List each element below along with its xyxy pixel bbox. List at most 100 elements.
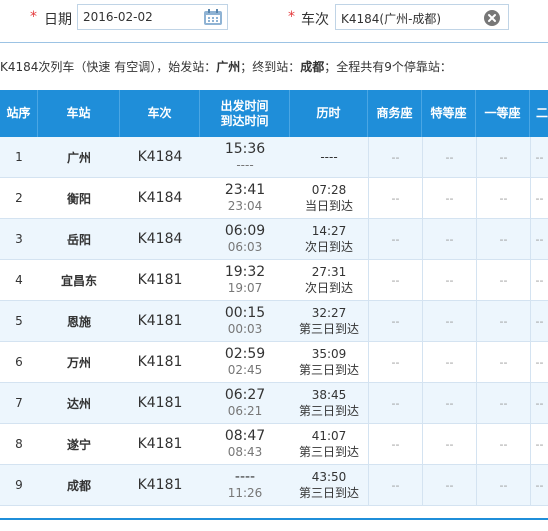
station-name: 恩施 [66, 314, 91, 329]
duration-cell: ---- [290, 137, 368, 177]
duration: 07:28 [311, 183, 347, 197]
time-cell: 15:36 ---- [200, 137, 290, 177]
train-required-mark: * [288, 9, 295, 25]
departure-time: 06:27 [224, 387, 266, 403]
seat-business: -- [368, 424, 422, 464]
seat-second: -- [530, 260, 548, 300]
departure-time: 02:59 [224, 346, 266, 362]
time-cell: 23:41 23:04 [200, 178, 290, 218]
duration: 32:27 [311, 306, 347, 320]
seat-special: -- [422, 465, 476, 505]
seat-special: -- [422, 383, 476, 423]
seat-business: -- [368, 383, 422, 423]
duration: 41:07 [311, 429, 347, 443]
seat-special: -- [422, 424, 476, 464]
duration-cell: 07:28 当日到达 [290, 178, 368, 218]
departure-time: 15:36 [224, 141, 266, 157]
seat-first: -- [476, 219, 530, 259]
seat-first: -- [476, 383, 530, 423]
duration-cell: 43:50 第三日到达 [290, 465, 368, 505]
duration-cell: 27:31 次日到达 [290, 260, 368, 300]
seat-second: -- [530, 219, 548, 259]
calendar-icon[interactable] [203, 8, 223, 26]
departure-time: ---- [234, 469, 256, 485]
duration: 38:45 [311, 388, 347, 402]
train-number: K4181 [137, 436, 183, 452]
duration-cell: 35:09 第三日到达 [290, 342, 368, 382]
station-name: 衡阳 [66, 191, 91, 206]
station-name: 遂宁 [66, 437, 91, 452]
seat-business: -- [368, 178, 422, 218]
train-info-line: K4184次列车（快速 有空调），始发站：广州；终到站：成都；全程共有9个停靠站… [0, 58, 548, 80]
seat-business: -- [368, 219, 422, 259]
station-name: 达州 [66, 396, 91, 411]
train-number: K4184 [137, 149, 183, 165]
header-station: 车站 [38, 90, 120, 137]
table-bottom-border [0, 518, 548, 531]
header-train: 车次 [120, 90, 200, 137]
info-train: K4184 [0, 60, 39, 74]
train-number: K4181 [137, 272, 183, 288]
duration: 27:31 [311, 265, 347, 279]
header-no: 站序 [0, 90, 38, 137]
table-row: 6 万州 K4181 02:59 02:45 35:09 第三日到达 -- -- -- -- [0, 342, 548, 383]
seat-business: -- [368, 301, 422, 341]
departure-time: 23:41 [224, 182, 266, 198]
duration-cell: 14:27 次日到达 [290, 219, 368, 259]
header-time: 出发时间 到达时间 [200, 90, 290, 137]
stop-number: 4 [15, 273, 23, 287]
train-number: K4181 [137, 477, 183, 493]
duration: 14:27 [311, 224, 347, 238]
seat-first: -- [476, 342, 530, 382]
seat-first: -- [476, 301, 530, 341]
duration-cell: 41:07 第三日到达 [290, 424, 368, 464]
table-row: 4 宜昌东 K4181 19:32 19:07 27:31 次日到达 -- -- -- -- [0, 260, 548, 301]
train-number: K4181 [137, 354, 183, 370]
header-duration: 历时 [290, 90, 368, 137]
time-cell: 02:59 02:45 [200, 342, 290, 382]
table-row: 1 广州 K4184 15:36 ---- ---- -- -- -- -- [0, 137, 548, 178]
seat-first: -- [476, 465, 530, 505]
seat-special: -- [422, 301, 476, 341]
departure-time: 06:09 [224, 223, 266, 239]
clear-icon[interactable] [484, 10, 500, 26]
stop-number: 8 [15, 437, 23, 451]
stop-number: 9 [15, 478, 23, 492]
seat-first: -- [476, 178, 530, 218]
info-dest: 成都 [300, 60, 325, 74]
arrival-time: 06:03 [227, 240, 263, 254]
train-field[interactable]: K4184(广州-成都) [335, 4, 509, 30]
time-cell: 19:32 19:07 [200, 260, 290, 300]
arrival-day-note: 次日到达 [304, 240, 353, 254]
arrival-time: 19:07 [227, 281, 263, 295]
arrival-day-note: 第三日到达 [298, 363, 359, 377]
stop-number: 5 [15, 314, 23, 328]
seat-second: -- [530, 383, 548, 423]
header-special: 特等座 [422, 90, 476, 137]
info-text2: ；终到站： [240, 60, 301, 74]
date-field[interactable]: 2016-02-02 [77, 4, 228, 30]
seat-second: -- [530, 465, 548, 505]
departure-time: 19:32 [224, 264, 266, 280]
station-name: 岳阳 [66, 232, 91, 247]
table-row: 2 衡阳 K4184 23:41 23:04 07:28 当日到达 -- -- -- -- [0, 178, 548, 219]
arrival-time: 00:03 [227, 322, 263, 336]
arrival-day-note: 次日到达 [304, 281, 353, 295]
train-number: K4181 [137, 313, 183, 329]
stop-number: 1 [15, 150, 23, 164]
table-header: 站序 车站 车次 出发时间 到达时间 历时 商务座 特等座 一等座 二 [0, 90, 548, 137]
duration-cell: 32:27 第三日到达 [290, 301, 368, 341]
arrival-day-note: 第三日到达 [298, 486, 359, 500]
header-first: 一等座 [476, 90, 530, 137]
seat-business: -- [368, 342, 422, 382]
train-value: K4184(广州-成都) [341, 12, 442, 26]
info-text3: ；全程共有9个停靠站： [324, 60, 452, 74]
station-name: 万州 [66, 355, 91, 370]
seat-second: -- [530, 424, 548, 464]
date-required-mark: * [30, 9, 37, 25]
header-business: 商务座 [368, 90, 422, 137]
station-name: 宜昌东 [60, 273, 97, 288]
duration: 35:09 [311, 347, 347, 361]
seat-first: -- [476, 424, 530, 464]
departure-time: 08:47 [224, 428, 266, 444]
